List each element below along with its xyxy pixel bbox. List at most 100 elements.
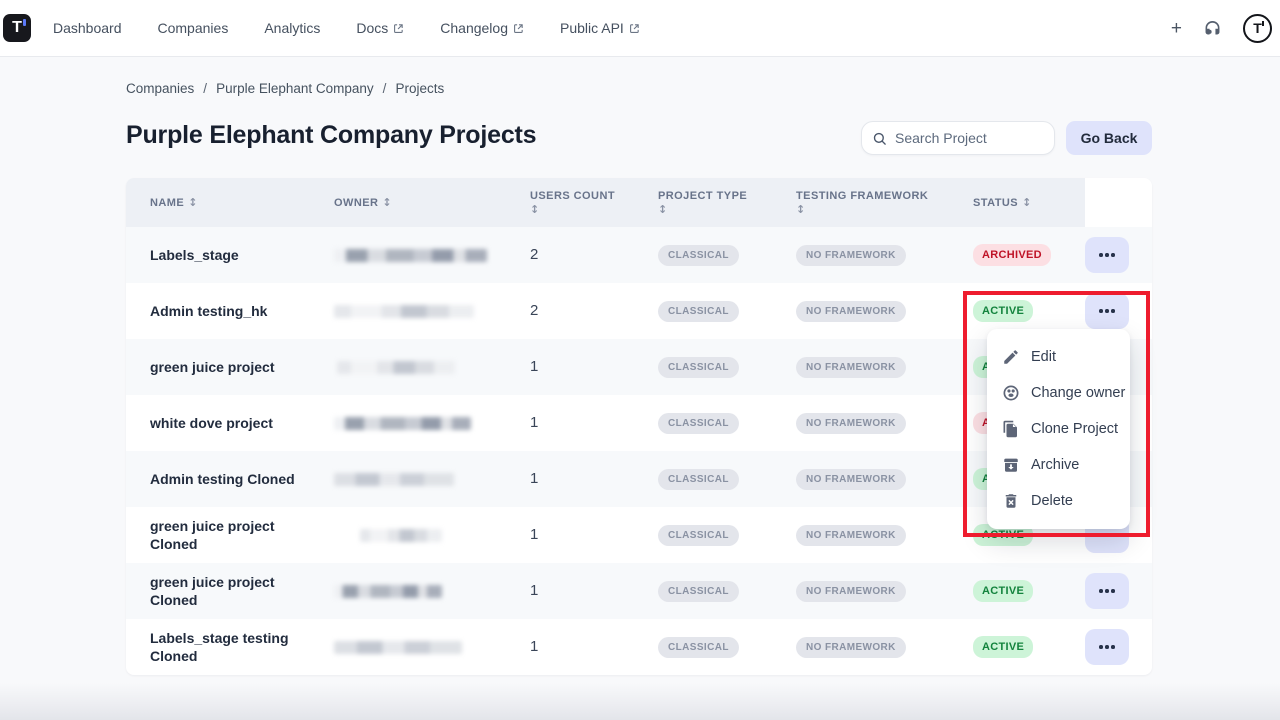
external-link-icon <box>513 23 524 34</box>
users-count-value: 1 <box>530 638 538 655</box>
breadcrumb-separator: / <box>383 81 387 96</box>
cell-owner <box>334 619 530 675</box>
cell-testing-framework: NO FRAMEWORK <box>796 339 973 395</box>
ellipsis-dot <box>1111 309 1115 313</box>
row-actions-button[interactable] <box>1085 573 1129 609</box>
nav-item-companies[interactable]: Companies <box>158 20 229 36</box>
ellipsis-dot <box>1105 589 1109 593</box>
nav-item-label: Changelog <box>440 20 508 36</box>
project-name: Labels_stage testing Cloned <box>150 629 300 665</box>
project-name: green juice project Cloned <box>150 517 300 553</box>
go-back-button[interactable]: Go Back <box>1066 121 1152 155</box>
page-title: Purple Elephant Company Projects <box>126 121 536 150</box>
testing-framework-badge: NO FRAMEWORK <box>796 245 906 266</box>
menu-item-change-owner[interactable]: Change owner <box>987 375 1130 411</box>
row-actions-button[interactable] <box>1085 237 1129 273</box>
cell-testing-framework: NO FRAMEWORK <box>796 619 973 675</box>
change-owner-icon <box>1002 384 1020 402</box>
app-logo[interactable]: T <box>3 14 31 42</box>
cell-owner <box>334 339 530 395</box>
owner-redacted <box>360 529 442 542</box>
user-avatar[interactable]: T <box>1243 14 1272 43</box>
cell-users-count: 1 <box>530 395 658 451</box>
project-type-badge: CLASSICAL <box>658 357 739 378</box>
testing-framework-badge: NO FRAMEWORK <box>796 469 906 490</box>
column-header-label: STATUS <box>973 197 1018 209</box>
delete-icon <box>1002 492 1020 510</box>
menu-item-label: Change owner <box>1031 385 1125 401</box>
menu-item-edit[interactable]: Edit <box>987 339 1130 375</box>
avatar-tick <box>1262 21 1264 26</box>
ellipsis-dot <box>1099 309 1103 313</box>
cell-testing-framework: NO FRAMEWORK <box>796 451 973 507</box>
add-button[interactable]: + <box>1171 19 1182 38</box>
project-type-badge: CLASSICAL <box>658 581 739 602</box>
users-count-value: 2 <box>530 302 538 319</box>
cell-project-type: CLASSICAL <box>658 283 796 339</box>
cell-name: Labels_stage <box>126 227 334 283</box>
users-count-value: 1 <box>530 470 538 487</box>
project-name: green juice project Cloned <box>150 573 300 609</box>
column-header-users-count[interactable]: USERS COUNT↕ <box>530 178 658 227</box>
ellipsis-dot <box>1099 533 1103 537</box>
search-input[interactable] <box>895 130 1044 146</box>
table-row: green juice project Cloned1CLASSICALNO F… <box>126 563 1152 619</box>
breadcrumb-item-purple-elephant-company[interactable]: Purple Elephant Company <box>216 81 374 96</box>
menu-item-archive[interactable]: Archive <box>987 447 1130 483</box>
project-name: white dove project <box>150 414 300 432</box>
pencil-icon <box>1002 348 1020 366</box>
app-logo-letter: T <box>12 20 22 36</box>
nav-item-changelog[interactable]: Changelog <box>440 20 524 36</box>
ellipsis-dot <box>1105 309 1109 313</box>
ellipsis-dot <box>1111 645 1115 649</box>
cell-status: ACTIVE <box>973 619 1085 675</box>
users-count-value: 1 <box>530 358 538 375</box>
cell-name: green juice project <box>126 339 334 395</box>
cell-name: green juice project Cloned <box>126 507 334 563</box>
avatar-letter: T <box>1253 20 1262 36</box>
cell-actions <box>1085 227 1152 283</box>
cell-project-type: CLASSICAL <box>658 619 796 675</box>
nav-item-label: Public API <box>560 20 624 36</box>
menu-item-label: Delete <box>1031 493 1073 509</box>
column-header-project-type[interactable]: PROJECT TYPE↕ <box>658 178 796 227</box>
cell-owner <box>334 451 530 507</box>
owner-redacted <box>337 361 455 374</box>
column-header-label: OWNER <box>334 197 378 209</box>
nav-item-analytics[interactable]: Analytics <box>264 20 320 36</box>
owner-redacted <box>334 641 462 654</box>
row-actions-button[interactable] <box>1085 293 1129 329</box>
nav-item-public-api[interactable]: Public API <box>560 20 640 36</box>
row-actions-button[interactable] <box>1085 629 1129 665</box>
sort-arrows-icon: ↕ <box>796 203 973 216</box>
column-header-label: TESTING FRAMEWORK <box>796 190 928 202</box>
project-name: Admin testing_hk <box>150 302 300 320</box>
status-badge: ACTIVE <box>973 636 1033 658</box>
column-header-testing-framework[interactable]: TESTING FRAMEWORK↕ <box>796 178 973 227</box>
cell-testing-framework: NO FRAMEWORK <box>796 507 973 563</box>
status-badge: ACTIVE <box>973 300 1033 322</box>
menu-item-clone-project[interactable]: Clone Project <box>987 411 1130 447</box>
users-count-value: 1 <box>530 526 538 543</box>
row-context-menu: Edit Change owner Clone ProjectArchive Dele… <box>987 329 1130 529</box>
sort-arrows-icon: ↕ <box>658 203 796 216</box>
menu-item-label: Edit <box>1031 349 1056 365</box>
cell-users-count: 1 <box>530 451 658 507</box>
column-header-owner[interactable]: OWNER↕ <box>334 178 530 227</box>
breadcrumb-item-companies[interactable]: Companies <box>126 81 194 96</box>
nav-item-dashboard[interactable]: Dashboard <box>53 20 122 36</box>
cell-project-type: CLASSICAL <box>658 563 796 619</box>
cell-owner <box>334 563 530 619</box>
breadcrumb: Companies/Purple Elephant Company/Projec… <box>126 81 444 96</box>
column-header-status[interactable]: STATUS↕ <box>973 178 1085 227</box>
owner-redacted <box>334 473 454 486</box>
testing-framework-badge: NO FRAMEWORK <box>796 357 906 378</box>
support-headset-icon[interactable] <box>1203 19 1222 38</box>
nav-item-docs[interactable]: Docs <box>356 20 404 36</box>
cell-project-type: CLASSICAL <box>658 227 796 283</box>
menu-item-delete[interactable]: Delete <box>987 483 1130 519</box>
status-badge: ACTIVE <box>973 580 1033 602</box>
nav-right: + T <box>1171 14 1280 43</box>
column-header-name[interactable]: NAME↕ <box>126 178 334 227</box>
cell-project-type: CLASSICAL <box>658 395 796 451</box>
